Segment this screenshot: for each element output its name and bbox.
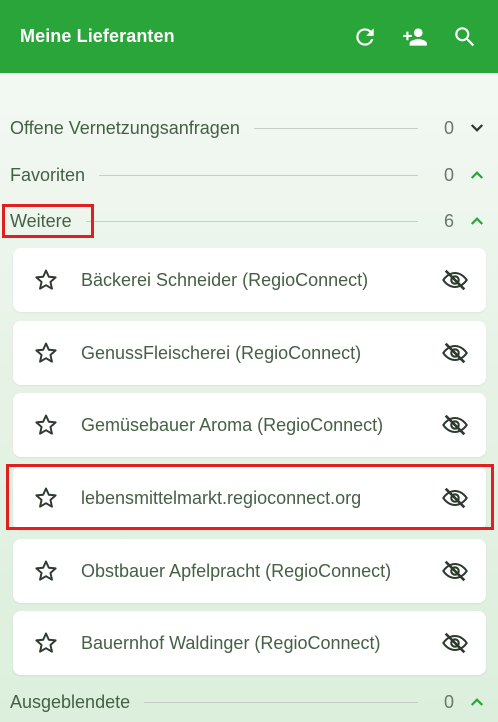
section-count: 0 [443,691,454,712]
supplier-card[interactable]: Gemüsebauer Aroma (RegioConnect) [13,393,486,457]
section-favoriten[interactable]: Favoriten 0 [10,160,488,190]
eye-off-icon[interactable] [440,628,470,658]
app-bar: Meine Lieferanten [0,0,498,73]
add-person-icon[interactable] [400,22,430,52]
section-count: 6 [443,210,454,231]
supplier-card[interactable]: Bauernhof Waldinger (RegioConnect) [13,611,486,675]
supplier-name: Obstbauer Apfelpracht (RegioConnect) [81,560,392,581]
chevron-up-icon[interactable] [466,691,488,713]
section-divider [85,220,418,222]
section-count: 0 [443,117,454,138]
star-outline-icon[interactable] [31,628,61,658]
section-divider [144,701,418,703]
eye-off-icon[interactable] [440,556,470,586]
eye-off-icon[interactable] [440,338,470,368]
chevron-up-icon[interactable] [466,210,488,232]
supplier-card[interactable]: lebensmittelmarkt.regioconnect.org [13,466,486,530]
section-label: Offene Vernetzungsanfragen [10,117,240,138]
supplier-name: lebensmittelmarkt.regioconnect.org [81,487,362,508]
star-outline-icon[interactable] [31,556,61,586]
section-offene-vernetzungsanfragen[interactable]: Offene Vernetzungsanfragen 0 [10,113,488,143]
section-ausgeblendete[interactable]: Ausgeblendete 0 [10,687,488,717]
supplier-card[interactable]: GenussFleischerei (RegioConnect) [13,321,486,385]
star-outline-icon[interactable] [31,265,61,295]
search-icon[interactable] [450,22,480,52]
supplier-card[interactable]: Obstbauer Apfelpracht (RegioConnect) [13,539,486,603]
refresh-icon[interactable] [350,22,380,52]
appbar-actions [350,22,480,52]
supplier-card[interactable]: Bäckerei Schneider (RegioConnect) [13,248,486,312]
eye-off-icon[interactable] [440,410,470,440]
supplier-name: GenussFleischerei (RegioConnect) [81,342,362,363]
section-label: Ausgeblendete [10,691,131,712]
star-outline-icon[interactable] [31,338,61,368]
eye-off-icon[interactable] [440,483,470,513]
section-count: 0 [443,164,454,185]
supplier-name: Bauernhof Waldinger (RegioConnect) [81,632,381,653]
star-outline-icon[interactable] [31,483,61,513]
star-outline-icon[interactable] [31,410,61,440]
chevron-up-icon[interactable] [466,164,488,186]
section-weitere[interactable]: Weitere 6 [10,206,488,236]
supplier-name: Bäckerei Schneider (RegioConnect) [81,269,369,290]
section-divider [99,174,418,176]
section-label: Favoriten [10,164,86,185]
section-divider [253,127,418,129]
chevron-down-icon[interactable] [466,117,488,139]
section-label: Weitere [10,210,72,231]
supplier-name: Gemüsebauer Aroma (RegioConnect) [81,414,384,435]
page-title: Meine Lieferanten [20,26,175,46]
eye-off-icon[interactable] [440,265,470,295]
